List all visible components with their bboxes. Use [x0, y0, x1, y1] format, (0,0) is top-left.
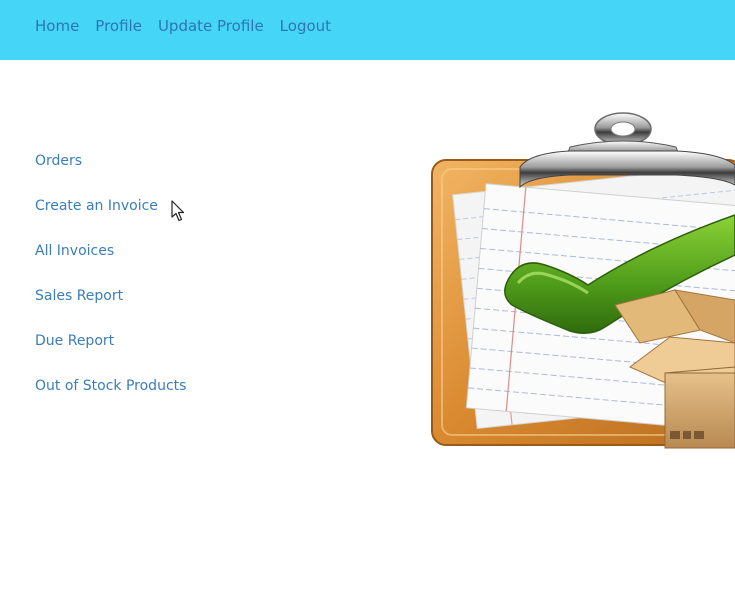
menu-due-report-link[interactable]: Due Report — [35, 332, 186, 351]
nav-logout-link[interactable]: Logout — [280, 17, 331, 35]
nav-home-link[interactable]: Home — [35, 17, 79, 35]
menu-create-invoice-link[interactable]: Create an Invoice — [35, 197, 186, 216]
clipboard-checkmark-box-illustration — [431, 112, 735, 449]
top-nav: Home Profile Update Profile Logout — [35, 17, 331, 35]
menu-out-of-stock-products-link[interactable]: Out of Stock Products — [35, 377, 186, 396]
top-navigation-bar: Home Profile Update Profile Logout — [0, 0, 735, 60]
nav-update-profile-link[interactable]: Update Profile — [158, 17, 264, 35]
menu-all-invoices-link[interactable]: All Invoices — [35, 242, 186, 261]
mouse-pointer-icon — [171, 200, 185, 222]
menu-sales-report-link[interactable]: Sales Report — [35, 287, 186, 306]
side-menu: Orders Create an Invoice All Invoices Sa… — [35, 152, 186, 396]
nav-profile-link[interactable]: Profile — [95, 17, 142, 35]
menu-orders-link[interactable]: Orders — [35, 152, 186, 171]
